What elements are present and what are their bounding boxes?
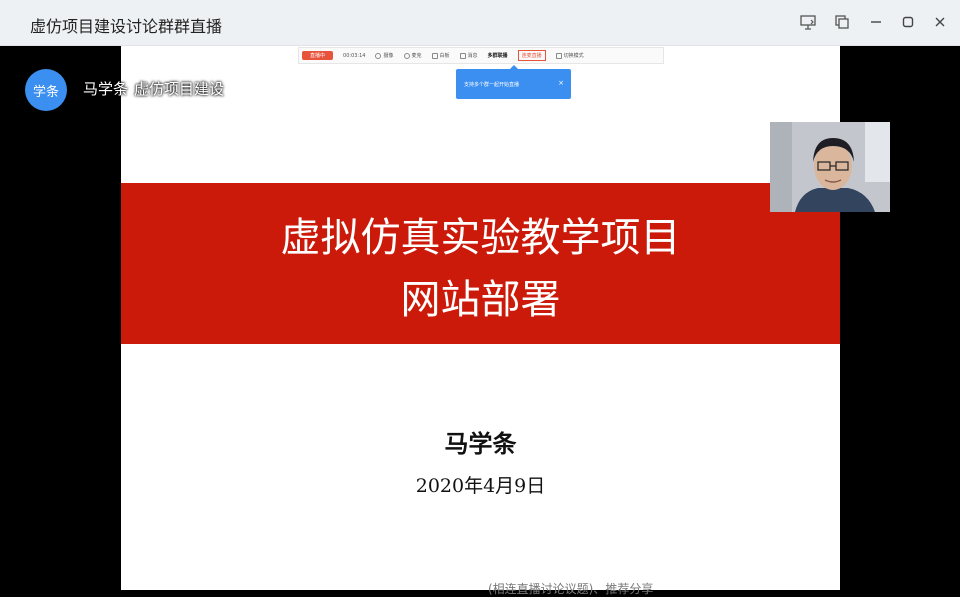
title-bar: 虚仿项目建设讨论群群直播 xyxy=(0,0,960,46)
microphone-icon xyxy=(403,52,410,59)
switch-mode-label: 切换模式 xyxy=(563,53,584,59)
live-toolbar: 直播中 00:03:14 摄像 麦克 白板 消息 多群联播 连麦直播 切换模式 xyxy=(298,47,664,64)
host-group: 虚仿项目建设 xyxy=(134,80,225,98)
pip-icon[interactable] xyxy=(832,12,852,32)
presenter-webcam[interactable] xyxy=(770,122,890,212)
slide-title-line2: 网站部署 xyxy=(400,277,561,323)
multi-group-tooltip: 支持多个群一起开始直播 × xyxy=(456,69,571,99)
camera-label: 摄像 xyxy=(383,53,394,59)
message-label: 消息 xyxy=(467,53,478,59)
window-title: 虚仿项目建设讨论群群直播 xyxy=(30,17,223,36)
mic-label: 麦克 xyxy=(411,53,422,59)
presenter-video-icon xyxy=(770,122,890,212)
minimize-button[interactable] xyxy=(866,12,886,32)
multi-group-button[interactable]: 多群联播 xyxy=(488,52,508,59)
slide-date: 2020年4月9日 xyxy=(415,475,546,497)
host-avatar[interactable]: 学条 xyxy=(25,69,67,111)
slide-author: 马学条 xyxy=(444,429,517,458)
whiteboard-icon xyxy=(431,52,438,59)
whiteboard-button[interactable]: 白板 xyxy=(431,52,450,59)
maximize-button[interactable] xyxy=(898,12,918,32)
tooltip-text: 支持多个群一起开始直播 xyxy=(464,82,520,88)
mic-button[interactable]: 麦克 xyxy=(403,52,422,59)
live-status-badge: 直播中 xyxy=(302,51,334,60)
live-timer: 00:03:14 xyxy=(343,52,366,59)
host-info: 马学条 虚仿项目建设 xyxy=(83,78,224,99)
message-icon xyxy=(459,52,466,59)
slide-title-banner: 虚拟仿真实验教学项目 网站部署 xyxy=(121,183,840,344)
slide-title-line1: 虚拟仿真实验教学项目 xyxy=(280,215,681,261)
host-name: 马学条 xyxy=(83,80,129,98)
tooltip-close-icon[interactable]: × xyxy=(558,79,564,87)
camera-icon xyxy=(375,52,382,59)
close-button[interactable] xyxy=(930,12,950,32)
screen-share-icon[interactable] xyxy=(798,12,818,32)
whiteboard-label: 白板 xyxy=(439,53,450,59)
camera-button[interactable]: 摄像 xyxy=(375,52,394,59)
connect-mic-button[interactable]: 连麦直播 xyxy=(517,50,546,61)
grid-icon xyxy=(555,52,562,59)
bottom-caption: (相连直播讨论议题)、推荐分享 xyxy=(488,582,654,596)
switch-mode-button[interactable]: 切换模式 xyxy=(555,52,584,59)
message-button[interactable]: 消息 xyxy=(459,52,478,59)
